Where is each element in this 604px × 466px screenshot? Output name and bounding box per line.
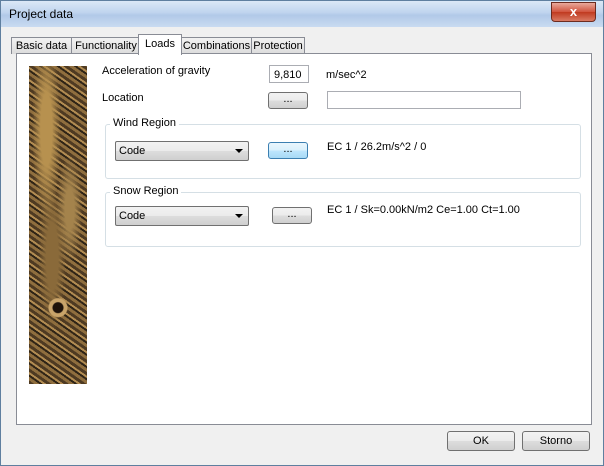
wind-code-select[interactable]: Code (115, 141, 249, 161)
close-button[interactable]: x (551, 2, 596, 22)
dialog-window: Project data x Basic data Functionality … (0, 0, 604, 466)
cancel-button[interactable]: Storno (522, 431, 590, 451)
location-label: Location (102, 92, 144, 104)
location-field[interactable] (327, 91, 521, 109)
wind-code-value: Code (119, 145, 146, 157)
location-browse-button[interactable]: ... (268, 92, 308, 109)
title-bar[interactable]: Project data x (1, 1, 603, 27)
tab-protection[interactable]: Protection (251, 37, 305, 54)
snow-code-value: Code (119, 210, 146, 222)
wind-browse-button[interactable]: ... (268, 142, 308, 159)
snow-browse-button[interactable]: ... (272, 207, 312, 224)
gravity-unit: m/sec^2 (326, 69, 367, 81)
tab-combinations[interactable]: Combinations (181, 37, 252, 54)
gravity-label: Acceleration of gravity (102, 65, 211, 77)
window-title: Project data (9, 7, 74, 21)
wind-region-title: Wind Region (110, 117, 179, 129)
gravity-input[interactable]: 9,810 (269, 65, 309, 83)
wind-region-group: Wind Region Code ... EC 1 / 26.2m/s^2 / … (105, 117, 581, 179)
tab-functionality[interactable]: Functionality (71, 37, 141, 54)
tab-basic-data[interactable]: Basic data (11, 37, 72, 54)
snow-region-title: Snow Region (110, 185, 182, 197)
dialog-client: Basic data Functionality Loads Combinati… (7, 27, 597, 459)
chevron-down-icon (235, 214, 243, 218)
tab-loads[interactable]: Loads (138, 34, 182, 55)
wind-region-info: EC 1 / 26.2m/s^2 / 0 (327, 141, 427, 153)
snow-region-group: Snow Region Code ... EC 1 / Sk=0.00kN/m2… (105, 185, 581, 247)
decorative-image-strip (29, 66, 87, 384)
close-icon: x (569, 4, 578, 19)
chevron-down-icon (235, 149, 243, 153)
ok-button[interactable]: OK (447, 431, 515, 451)
snow-code-select[interactable]: Code (115, 206, 249, 226)
loads-panel: Acceleration of gravity 9,810 m/sec^2 Lo… (16, 53, 592, 425)
snow-region-info: EC 1 / Sk=0.00kN/m2 Ce=1.00 Ct=1.00 (327, 204, 520, 216)
